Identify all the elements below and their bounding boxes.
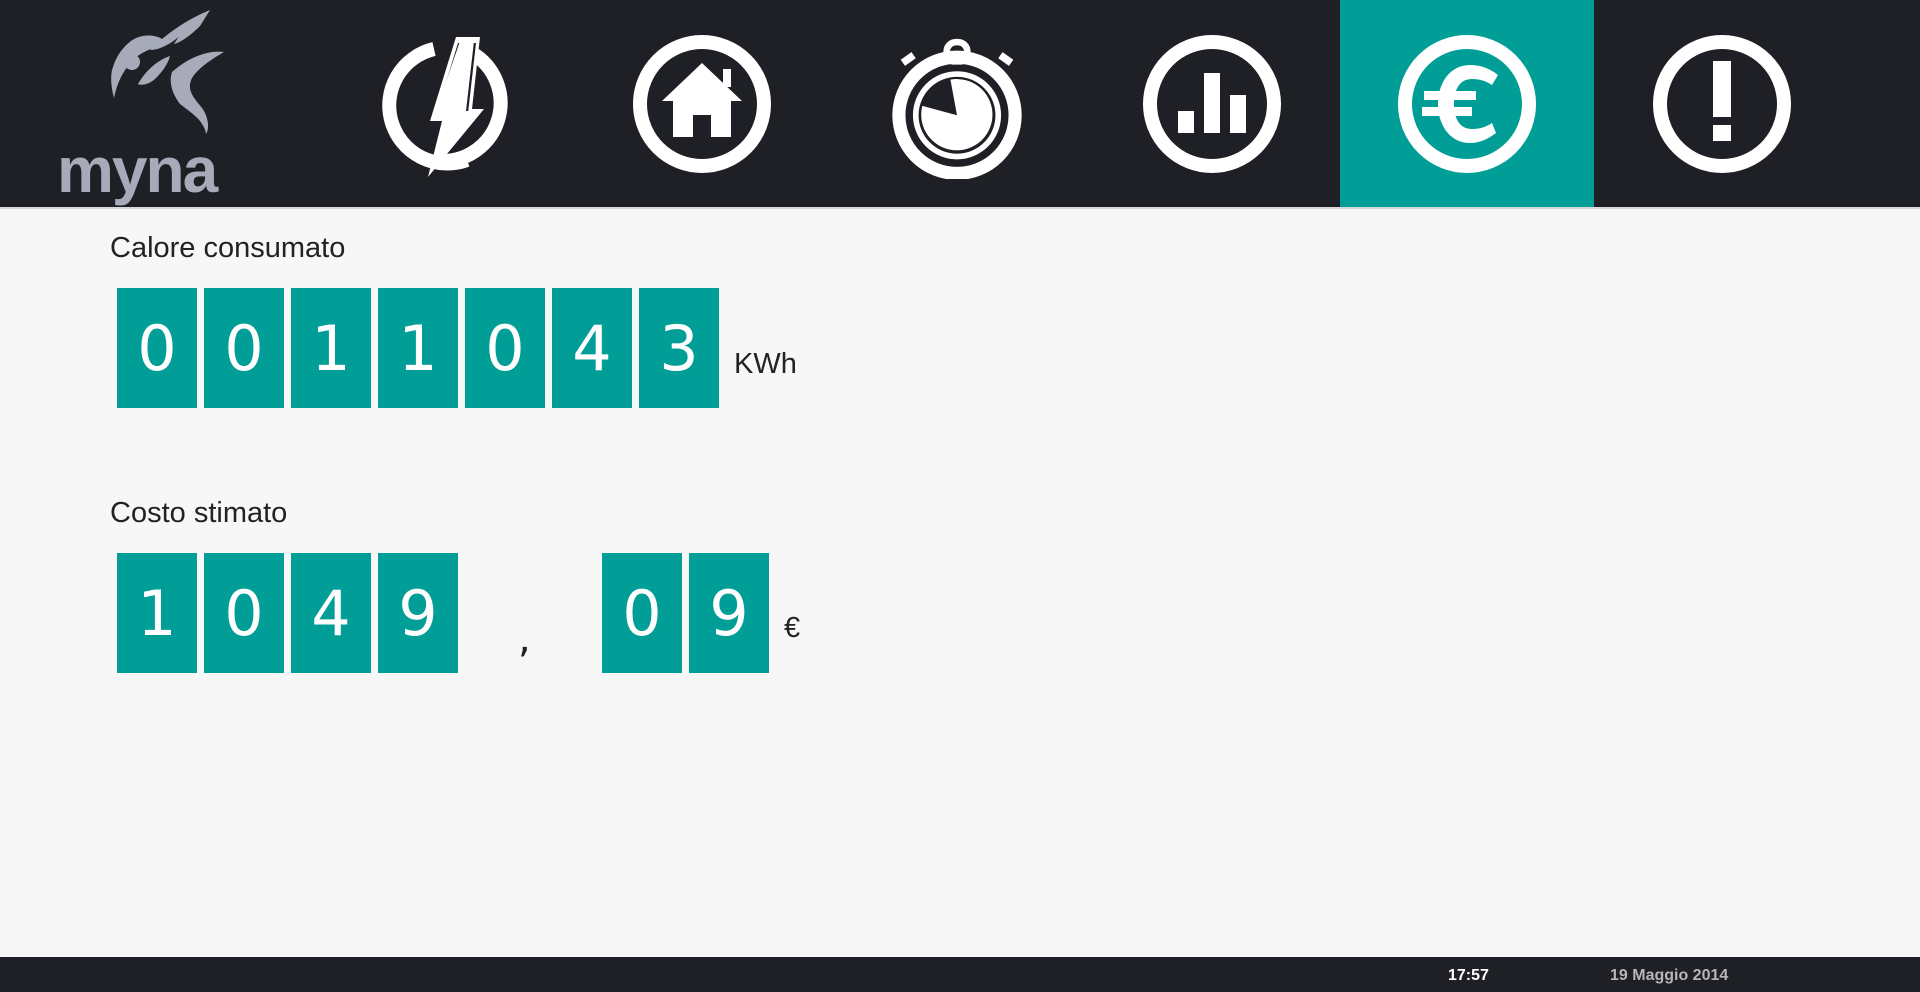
brand-name: myna	[57, 134, 218, 206]
nav-home-button[interactable]	[575, 0, 829, 207]
exclamation-icon	[1653, 34, 1791, 173]
heat-digit: 0	[204, 288, 284, 408]
nav-alerts-button[interactable]	[1595, 0, 1849, 207]
heat-digit: 0	[117, 288, 197, 408]
heat-unit: KWh	[734, 348, 797, 380]
nav-statistics-button[interactable]	[1085, 0, 1339, 207]
heat-digit: 1	[378, 288, 458, 408]
cost-integer-digit: 9	[378, 553, 458, 673]
bar-chart-icon	[1143, 34, 1281, 173]
cost-integer-digit: 4	[291, 553, 371, 673]
lightning-icon	[382, 36, 508, 177]
nav-timer-button[interactable]	[830, 0, 1084, 207]
estimated-cost-label: Costo stimato	[110, 497, 288, 529]
home-icon	[633, 34, 771, 173]
decimal-separator: ,	[518, 616, 531, 662]
cost-decimal-digit: 0	[602, 553, 682, 673]
nav-cost-button[interactable]	[1340, 0, 1594, 207]
cost-unit: €	[784, 612, 801, 644]
divider	[0, 207, 1920, 209]
clock: 17:57	[1448, 967, 1489, 984]
stopwatch-icon	[892, 38, 1022, 179]
nav-energy-button[interactable]	[320, 0, 574, 207]
cost-integer-digit: 0	[204, 553, 284, 673]
heat-digit: 1	[291, 288, 371, 408]
heat-digit: 4	[552, 288, 632, 408]
date: 19 Maggio 2014	[1610, 967, 1729, 984]
cost-decimal-digit: 9	[689, 553, 769, 673]
euro-icon	[1398, 34, 1536, 173]
cost-integer-digit: 1	[117, 553, 197, 673]
heat-digit: 0	[465, 288, 545, 408]
heat-digit: 3	[639, 288, 719, 408]
heat-consumed-label: Calore consumato	[110, 232, 346, 264]
